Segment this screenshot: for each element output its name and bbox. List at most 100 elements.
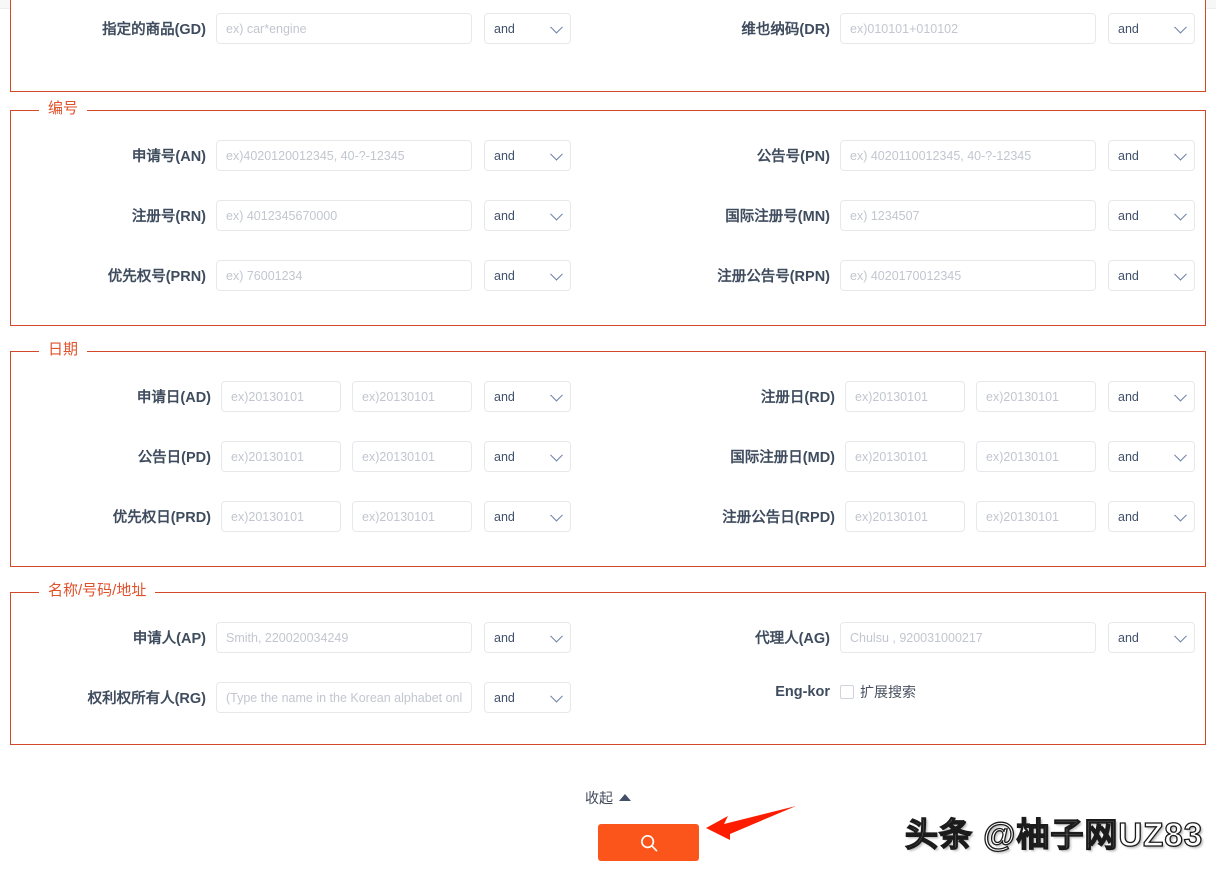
input-application-date-from[interactable]: [221, 381, 341, 412]
input-application-number[interactable]: [216, 140, 472, 171]
select-application-date-operator-value: and: [494, 389, 515, 404]
input-international-registration-number[interactable]: [840, 200, 1096, 231]
checkbox-expand-search[interactable]: [840, 685, 854, 699]
input-registration-date-from[interactable]: [845, 381, 965, 412]
select-international-registration-number-operator[interactable]: and: [1108, 200, 1195, 231]
select-international-registration-date-operator-value: and: [1118, 449, 1139, 464]
form-row-right-holder: 权利权所有人(RG) and: [11, 682, 571, 713]
input-vienna-code[interactable]: [840, 13, 1096, 44]
form-row-goods: 指定的商品(GD) and: [11, 13, 571, 44]
fieldset-dates: 日期 申请日(AD) and 注册日(RD) and 公告日(PD): [10, 340, 1206, 567]
select-registration-publication-number-operator[interactable]: and: [1108, 260, 1195, 291]
select-publication-number-operator[interactable]: and: [1108, 140, 1195, 171]
input-registration-publication-number[interactable]: [840, 260, 1096, 291]
collapse-toggle[interactable]: 收起: [0, 788, 1216, 808]
form-row-priority-date: 优先权日(PRD) and: [11, 501, 571, 532]
input-applicant[interactable]: [216, 622, 472, 653]
select-right-holder-operator[interactable]: and: [484, 682, 571, 713]
input-agent[interactable]: [840, 622, 1096, 653]
input-publication-number[interactable]: [840, 140, 1096, 171]
input-priority-number[interactable]: [216, 260, 472, 291]
select-registration-publication-date-operator[interactable]: and: [1108, 501, 1195, 532]
label-application-number: 申请号(AN): [131, 149, 206, 165]
select-application-number-operator-value: and: [494, 148, 515, 163]
input-priority-date-to[interactable]: [352, 501, 472, 532]
select-priority-date-operator[interactable]: and: [484, 501, 571, 532]
chevron-down-icon: [1174, 267, 1187, 281]
chevron-down-icon: [550, 629, 563, 643]
chevron-down-icon: [550, 267, 563, 281]
input-publication-date-to[interactable]: [352, 441, 472, 472]
form-row-vienna: 维也纳码(DR) and: [635, 13, 1195, 44]
input-registration-publication-date-to[interactable]: [976, 501, 1096, 532]
form-row-eng-kor: Eng-kor 扩展搜索: [635, 682, 1195, 702]
select-registration-date-operator[interactable]: and: [1108, 381, 1195, 412]
label-vienna-code: 维也纳码(DR): [741, 22, 830, 38]
select-applicant-operator-value: and: [494, 630, 515, 645]
select-registration-number-operator-value: and: [494, 208, 515, 223]
label-international-registration-date: 国际注册日(MD): [730, 450, 835, 466]
fieldset-numbers: 编号 申请号(AN) and 公告号(PN) and 注册号(RN) and: [10, 99, 1206, 326]
collapse-label: 收起: [585, 790, 613, 806]
select-vienna-operator[interactable]: and: [1108, 13, 1195, 44]
fieldset-goods-vienna: 指定的商品(GD) and 维也纳码(DR) and: [10, 0, 1206, 92]
form-row-registration-publication-number: 注册公告号(RPN) and: [635, 260, 1195, 291]
search-icon: [640, 834, 657, 852]
chevron-down-icon: [550, 20, 563, 34]
legend-dates: 日期: [39, 340, 88, 360]
label-agent: 代理人(AG): [755, 631, 830, 647]
select-agent-operator-value: and: [1118, 630, 1139, 645]
chevron-down-icon: [550, 207, 563, 221]
label-publication-date: 公告日(PD): [137, 450, 211, 466]
select-priority-number-operator[interactable]: and: [484, 260, 571, 291]
form-row-publication-date: 公告日(PD) and: [11, 441, 571, 472]
input-right-holder[interactable]: [216, 682, 472, 713]
chevron-down-icon: [1174, 448, 1187, 462]
chevron-down-icon: [550, 689, 563, 703]
form-row-application-number: 申请号(AN) and: [11, 140, 571, 171]
caret-up-icon: [619, 794, 631, 801]
select-application-date-operator[interactable]: and: [484, 381, 571, 412]
checkbox-expand-search-label: 扩展搜索: [860, 684, 916, 700]
chevron-down-icon: [1174, 388, 1187, 402]
input-application-date-to[interactable]: [352, 381, 472, 412]
label-application-date: 申请日(AD): [136, 390, 211, 406]
select-international-registration-date-operator[interactable]: and: [1108, 441, 1195, 472]
select-agent-operator[interactable]: and: [1108, 622, 1195, 653]
select-application-number-operator[interactable]: and: [484, 140, 571, 171]
chevron-down-icon: [550, 147, 563, 161]
input-goods[interactable]: [216, 13, 472, 44]
legend-numbers: 编号: [39, 99, 88, 119]
input-international-registration-date-from[interactable]: [845, 441, 965, 472]
select-registration-number-operator[interactable]: and: [484, 200, 571, 231]
input-priority-date-from[interactable]: [221, 501, 341, 532]
label-priority-number: 优先权号(PRN): [107, 269, 206, 285]
label-eng-kor: Eng-kor: [775, 684, 830, 700]
form-row-international-registration-number: 国际注册号(MN) and: [635, 200, 1195, 231]
chevron-down-icon: [1174, 147, 1187, 161]
search-button[interactable]: [598, 824, 699, 861]
fieldset-names: 名称/号码/地址 申请人(AP) and 代理人(AG) and 权利权所有人(…: [10, 581, 1206, 745]
select-registration-publication-number-operator-value: and: [1118, 268, 1139, 283]
form-row-international-registration-date: 国际注册日(MD) and: [635, 441, 1195, 472]
select-goods-operator[interactable]: and: [484, 13, 571, 44]
annotation-arrow-icon: [706, 806, 796, 840]
input-registration-number[interactable]: [216, 200, 472, 231]
label-right-holder: 权利权所有人(RG): [87, 691, 206, 707]
input-publication-date-from[interactable]: [221, 441, 341, 472]
label-priority-date: 优先权日(PRD): [112, 510, 211, 526]
input-registration-publication-date-from[interactable]: [845, 501, 965, 532]
chevron-down-icon: [1174, 629, 1187, 643]
label-registration-date: 注册日(RD): [760, 390, 835, 406]
select-international-registration-number-operator-value: and: [1118, 208, 1139, 223]
form-row-priority-number: 优先权号(PRN) and: [11, 260, 571, 291]
select-applicant-operator[interactable]: and: [484, 622, 571, 653]
input-registration-date-to[interactable]: [976, 381, 1096, 412]
input-international-registration-date-to[interactable]: [976, 441, 1096, 472]
select-publication-date-operator[interactable]: and: [484, 441, 571, 472]
legend-names: 名称/号码/地址: [39, 581, 156, 601]
select-priority-number-operator-value: and: [494, 268, 515, 283]
form-row-application-date: 申请日(AD) and: [11, 381, 571, 412]
select-publication-date-operator-value: and: [494, 449, 515, 464]
label-publication-number: 公告号(PN): [756, 149, 830, 165]
